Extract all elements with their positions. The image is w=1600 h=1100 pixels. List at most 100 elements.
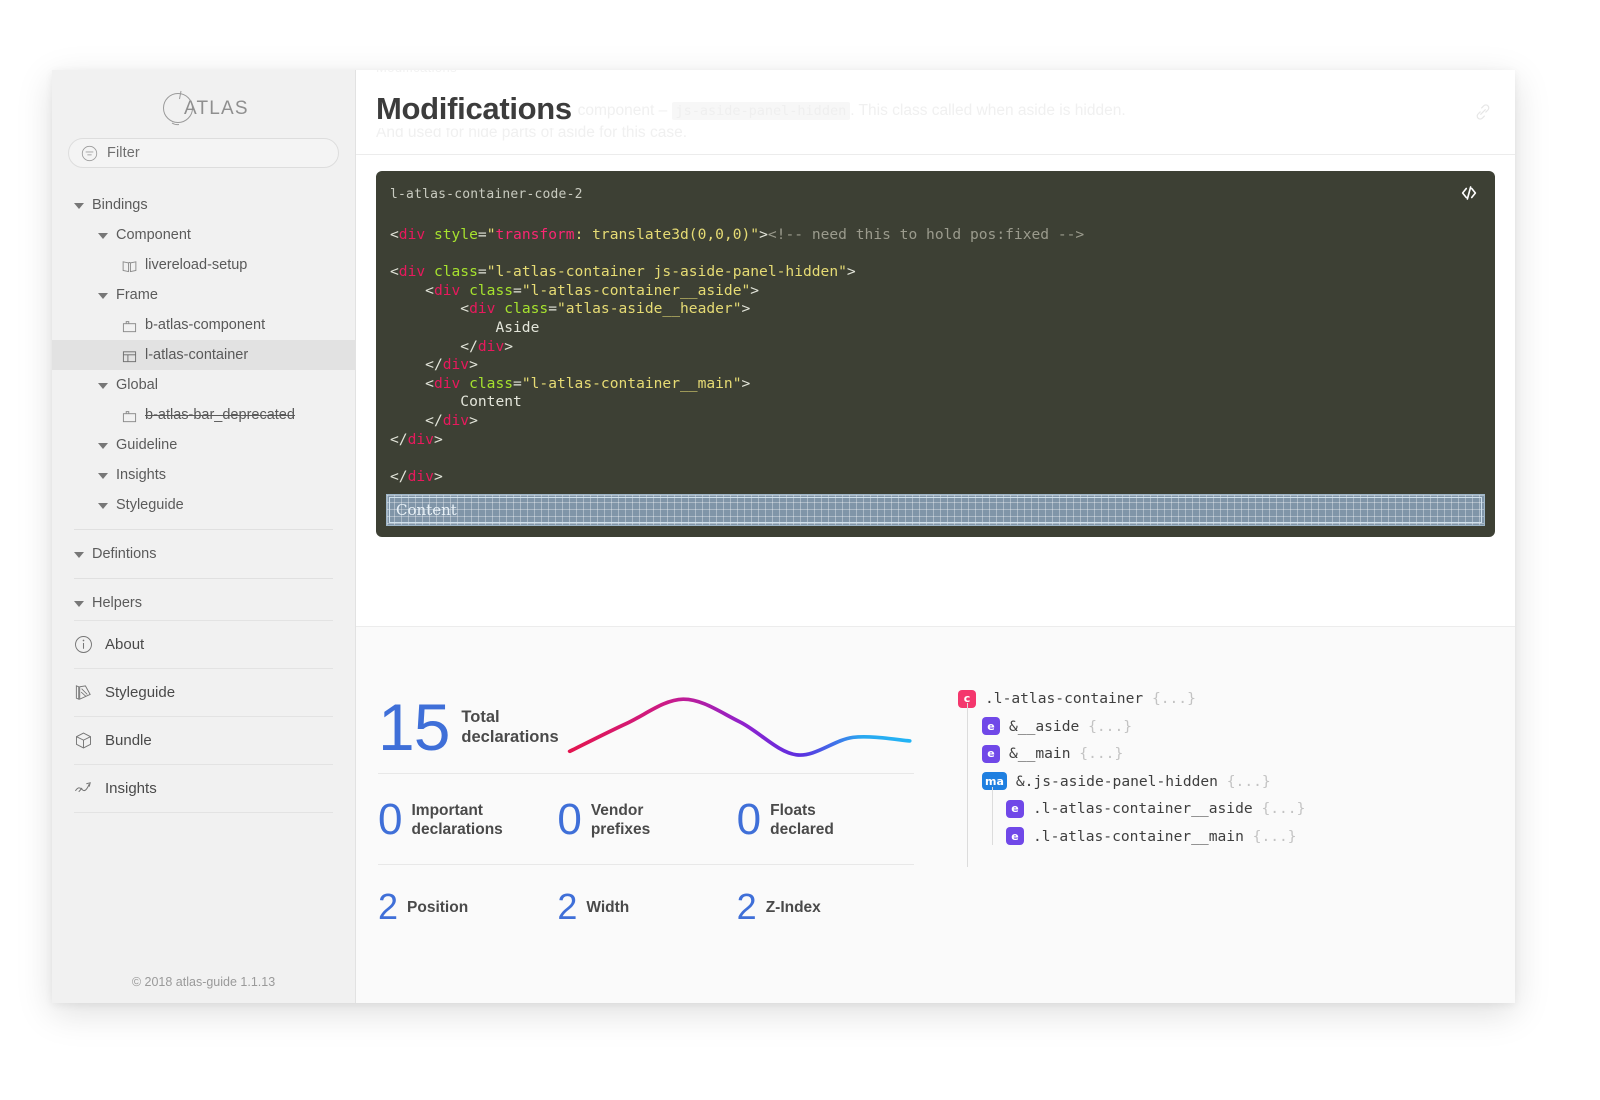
tree-item-guideline[interactable]: Guideline bbox=[52, 430, 355, 460]
css-rule-row[interactable]: e &__aside {...} bbox=[958, 713, 1515, 741]
preview-label: Content bbox=[396, 501, 457, 519]
rule-braces: {...} bbox=[1243, 827, 1297, 845]
stat-label-line2: declared bbox=[770, 821, 834, 838]
rule-braces: {...} bbox=[1143, 690, 1196, 708]
preview-main-region: Content bbox=[389, 497, 1482, 523]
filter-input[interactable]: Filter bbox=[68, 138, 339, 168]
chevron-down-icon bbox=[98, 383, 108, 389]
css-rule-row[interactable]: ma &.js-aside-panel-hidden {...} bbox=[958, 768, 1515, 796]
tree-item-label: Insights bbox=[116, 467, 166, 483]
component-preview[interactable]: Content bbox=[386, 494, 1485, 526]
stat-value: 2 bbox=[557, 886, 578, 927]
rule-selector: .l-atlas-container__main bbox=[1033, 827, 1244, 845]
ghost-desc-part2: . This class called when aside is hidden… bbox=[850, 102, 1126, 119]
tree-guide-line-2 bbox=[992, 787, 993, 845]
rule-selector: &__main bbox=[1009, 745, 1071, 763]
code-line: <div class="atlas-aside__header"> bbox=[460, 300, 751, 318]
code-line: Content bbox=[460, 393, 522, 411]
main-content: Modifications The only modification for … bbox=[356, 70, 1515, 1003]
tree-item-global[interactable]: Global bbox=[52, 370, 355, 400]
rule-selector: .l-atlas-container bbox=[985, 690, 1144, 708]
tree-item-bindings[interactable]: Bindings bbox=[52, 190, 355, 220]
layout-icon bbox=[122, 350, 137, 362]
sidebar-item-about[interactable]: About bbox=[52, 621, 355, 668]
css-rule-row[interactable]: e .l-atlas-container__main {...} bbox=[958, 823, 1515, 851]
tree-item-livereload-setup[interactable]: livereload-setup bbox=[52, 250, 355, 280]
page-title: Modifications bbox=[376, 90, 578, 128]
sidebar-item-styleguide[interactable]: Styleguide bbox=[52, 669, 355, 716]
tree-item-label: Styleguide bbox=[116, 497, 184, 513]
tree-item-label: Component bbox=[116, 227, 191, 243]
stat-position: 2 Position bbox=[378, 889, 557, 925]
stat-z-index: 2 Z-Index bbox=[737, 889, 916, 925]
stat-label-line1: Important bbox=[411, 802, 483, 819]
tree-item-label: Guideline bbox=[116, 437, 178, 453]
app-logo[interactable]: ATLAS bbox=[52, 70, 355, 138]
total-declarations-stat: 15 Total declarations bbox=[378, 681, 916, 773]
doc-header: Modifications The only modification for … bbox=[356, 70, 1515, 155]
tree-item-b-atlas-bar-deprecated[interactable]: b-atlas-bar_deprecated bbox=[52, 400, 355, 430]
tree-item-frame[interactable]: Frame bbox=[52, 280, 355, 310]
tree-item-component[interactable]: Component bbox=[52, 220, 355, 250]
insights-icon bbox=[74, 782, 91, 793]
box-icon bbox=[75, 732, 92, 749]
tree-item-label: livereload-setup bbox=[145, 257, 248, 273]
css-rule-row[interactable]: e .l-atlas-container__aside {...} bbox=[958, 795, 1515, 823]
stat-label-line1: Floats bbox=[770, 802, 816, 819]
code-source[interactable]: <div style="transform: translate3d(0,0,0… bbox=[376, 226, 1495, 486]
sidebar-item-insights[interactable]: Insights bbox=[52, 765, 355, 812]
stat-width: 2 Width bbox=[557, 889, 736, 925]
rule-type-badge: e bbox=[1006, 827, 1024, 846]
tree-item-defintions[interactable]: Defintions bbox=[52, 539, 355, 569]
tree-item-label: Frame bbox=[116, 287, 158, 303]
chevron-down-icon bbox=[74, 601, 84, 607]
tree-item-b-atlas-component[interactable]: b-atlas-component bbox=[52, 310, 355, 340]
insights-stats: 15 Total declarations 0 Important declar… bbox=[356, 681, 916, 1003]
code-icon[interactable] bbox=[1459, 183, 1479, 203]
code-line: </div> bbox=[425, 356, 478, 374]
total-declarations-label: Total declarations bbox=[461, 707, 558, 747]
ghost-heading: Modifications bbox=[376, 70, 457, 75]
stat-label-line1: Vendor bbox=[590, 802, 644, 819]
stat-label: Position bbox=[407, 898, 468, 917]
sidebar-item-label: About bbox=[105, 636, 145, 653]
component-icon bbox=[122, 320, 137, 332]
info-icon bbox=[75, 636, 92, 653]
css-rule-row[interactable]: e &__main {...} bbox=[958, 740, 1515, 768]
tree-item-helpers[interactable]: Helpers bbox=[52, 588, 355, 618]
stat-value: 0 bbox=[557, 795, 582, 844]
atlas-logo-text: ATLAS bbox=[184, 98, 249, 119]
stats-row-primary: 0 Important declarations 0 Vendor prefixes 0 Fl… bbox=[378, 774, 916, 864]
chevron-down-icon bbox=[98, 293, 108, 299]
code-line: </div> bbox=[390, 467, 443, 485]
tree-item-styleguide[interactable]: Styleguide bbox=[52, 490, 355, 520]
code-line: Aside bbox=[495, 318, 540, 336]
tree-item-label: b-atlas-component bbox=[145, 317, 266, 333]
declarations-sparkline bbox=[567, 697, 912, 757]
stat-value: 0 bbox=[378, 795, 403, 844]
stat-label: Z-Index bbox=[766, 898, 821, 917]
stat-value: 2 bbox=[736, 886, 757, 927]
sidebar: ATLAS Filter Bindings Component livereload… bbox=[52, 70, 356, 1003]
css-rule-row[interactable]: c .l-atlas-container {...} bbox=[958, 685, 1515, 713]
code-line: <div style="transform: translate3d(0,0,0… bbox=[390, 226, 1085, 243]
tree-item-label: Defintions bbox=[92, 546, 157, 562]
palette-icon bbox=[75, 685, 91, 700]
tree-item-l-atlas-container[interactable]: l-atlas-container bbox=[52, 340, 355, 370]
rule-braces: {...} bbox=[1070, 745, 1124, 763]
tree-item-insights[interactable]: Insights bbox=[52, 460, 355, 490]
code-block-title: l-atlas-container-code-2 bbox=[390, 187, 583, 202]
tree-item-label: Global bbox=[116, 377, 158, 393]
tree-item-label: l-atlas-container bbox=[145, 347, 249, 363]
link-icon[interactable] bbox=[1473, 102, 1493, 122]
stat-label: Width bbox=[586, 898, 629, 917]
stat-value: 2 bbox=[378, 886, 399, 927]
sidebar-item-bundle[interactable]: Bundle bbox=[52, 717, 355, 764]
rule-selector: &__aside bbox=[1009, 717, 1080, 735]
code-line: <div class="l-atlas-container__main"> bbox=[425, 374, 751, 392]
chevron-down-icon bbox=[98, 443, 108, 449]
rule-selector: .l-atlas-container__aside bbox=[1033, 800, 1253, 818]
total-label-line1: Total bbox=[461, 708, 500, 726]
sidebar-item-label: Styleguide bbox=[105, 684, 176, 701]
total-label-line2: declarations bbox=[461, 728, 559, 746]
